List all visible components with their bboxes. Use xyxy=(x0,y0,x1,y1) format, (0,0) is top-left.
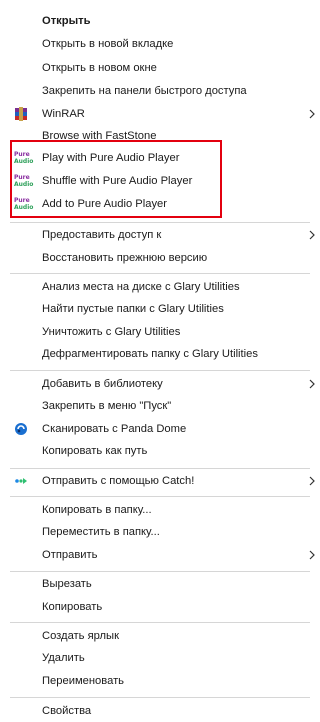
menu-item-label: Открыть в новом окне xyxy=(42,62,157,74)
menu-item-restore-previous[interactable]: Восстановить прежнюю версию xyxy=(0,247,320,269)
menu-item-shuffle-pure[interactable]: Pure Audio Shuffle with Pure Audio Playe… xyxy=(0,170,320,192)
separator xyxy=(10,222,310,223)
menu-item-label: Предоставить доступ к xyxy=(42,229,162,241)
separator xyxy=(10,496,310,497)
menu-item-analyze-glary[interactable]: Анализ места на диске с Glary Utilities xyxy=(0,276,320,298)
menu-item-cut[interactable]: Вырезать xyxy=(0,573,320,595)
menu-item-properties[interactable]: Свойства xyxy=(0,700,320,722)
panda-dome-icon xyxy=(15,423,27,435)
menu-item-label: Свойства xyxy=(42,705,92,717)
separator xyxy=(10,571,310,572)
separator xyxy=(10,697,310,698)
menu-item-label: Дефрагментировать папку с Glary Utilitie… xyxy=(42,348,258,360)
menu-item-pin-quick-access[interactable]: Закрепить на панели быстрого доступа xyxy=(0,80,320,102)
pure-audio-player-icon: Pure Audio xyxy=(14,197,34,211)
menu-item-label: Закрепить в меню "Пуск" xyxy=(42,400,172,412)
menu-item-scan-panda[interactable]: Сканировать с Panda Dome xyxy=(0,418,320,440)
menu-item-copy-path[interactable]: Копировать как путь xyxy=(0,440,320,462)
menu-item-label: Сканировать с Panda Dome xyxy=(42,423,187,435)
chevron-right-icon xyxy=(309,550,315,560)
menu-item-label: Открыть xyxy=(42,15,91,27)
chevron-right-icon xyxy=(309,476,315,486)
menu-item-open-new-tab[interactable]: Открыть в новой вкладке xyxy=(0,33,320,55)
chevron-right-icon xyxy=(309,379,315,389)
menu-item-open[interactable]: Открыть xyxy=(0,10,320,32)
menu-item-destroy-glary[interactable]: Уничтожить с Glary Utilities xyxy=(0,321,320,343)
menu-item-label: Вырезать xyxy=(42,578,92,590)
separator xyxy=(10,622,310,623)
menu-item-label: Создать ярлык xyxy=(42,630,119,642)
menu-item-defrag-glary[interactable]: Дефрагментировать папку с Glary Utilitie… xyxy=(0,343,320,365)
menu-item-add-pure[interactable]: Pure Audio Add to Pure Audio Player xyxy=(0,193,320,215)
chevron-right-icon xyxy=(309,230,315,240)
menu-item-label: Удалить xyxy=(42,652,85,664)
menu-item-label: Копировать в папку... xyxy=(42,504,152,516)
menu-item-label: Add to Pure Audio Player xyxy=(42,198,168,210)
menu-item-label: Копировать как путь xyxy=(42,445,148,457)
menu-item-label: Отправить с помощью Catch! xyxy=(42,475,195,487)
menu-item-grant-access[interactable]: Предоставить доступ к xyxy=(0,224,320,246)
menu-item-label: Добавить в библиотеку xyxy=(42,378,163,390)
separator xyxy=(10,273,310,274)
pure-audio-player-icon: Pure Audio xyxy=(14,174,34,188)
catch-icon xyxy=(15,478,27,484)
separator xyxy=(10,370,310,371)
menu-item-label: Копировать xyxy=(42,601,103,613)
menu-item-label: Shuffle with Pure Audio Player xyxy=(42,175,193,187)
context-menu: Открыть Открыть в новой вкладке Открыть … xyxy=(0,0,320,722)
menu-item-label: WinRAR xyxy=(42,108,85,120)
winrar-icon xyxy=(15,107,27,121)
menu-item-label: Найти пустые папки с Glary Utilities xyxy=(42,303,224,315)
menu-item-delete[interactable]: Удалить xyxy=(0,647,320,669)
menu-item-label: Закрепить на панели быстрого доступа xyxy=(42,85,247,97)
menu-item-label: Уничтожить с Glary Utilities xyxy=(42,326,181,338)
menu-item-label: Восстановить прежнюю версию xyxy=(42,252,208,264)
menu-item-send-to[interactable]: Отправить xyxy=(0,544,320,566)
menu-item-label: Play with Pure Audio Player xyxy=(42,152,180,164)
menu-item-play-pure[interactable]: Pure Audio Play with Pure Audio Player xyxy=(0,147,320,169)
menu-item-add-library[interactable]: Добавить в библиотеку xyxy=(0,373,320,395)
pure-audio-player-icon: Pure Audio xyxy=(14,151,34,165)
menu-item-find-empty-glary[interactable]: Найти пустые папки с Glary Utilities xyxy=(0,298,320,320)
menu-item-copy-to[interactable]: Копировать в папку... xyxy=(0,499,320,521)
menu-item-label: Переместить в папку... xyxy=(42,526,160,538)
menu-item-copy[interactable]: Копировать xyxy=(0,596,320,618)
menu-item-move-to[interactable]: Переместить в папку... xyxy=(0,521,320,543)
menu-item-label: Открыть в новой вкладке xyxy=(42,38,174,50)
separator xyxy=(10,468,310,469)
menu-item-winrar[interactable]: WinRAR xyxy=(0,103,320,125)
menu-item-create-shortcut[interactable]: Создать ярлык xyxy=(0,625,320,647)
menu-item-label: Отправить xyxy=(42,549,98,561)
menu-item-open-new-window[interactable]: Открыть в новом окне xyxy=(0,57,320,79)
menu-item-pin-start[interactable]: Закрепить в меню "Пуск" xyxy=(0,395,320,417)
menu-item-rename[interactable]: Переименовать xyxy=(0,670,320,692)
menu-item-send-catch[interactable]: Отправить с помощью Catch! xyxy=(0,470,320,492)
menu-item-label: Переименовать xyxy=(42,675,125,687)
chevron-right-icon xyxy=(309,109,315,119)
menu-item-label: Анализ места на диске с Glary Utilities xyxy=(42,281,240,293)
